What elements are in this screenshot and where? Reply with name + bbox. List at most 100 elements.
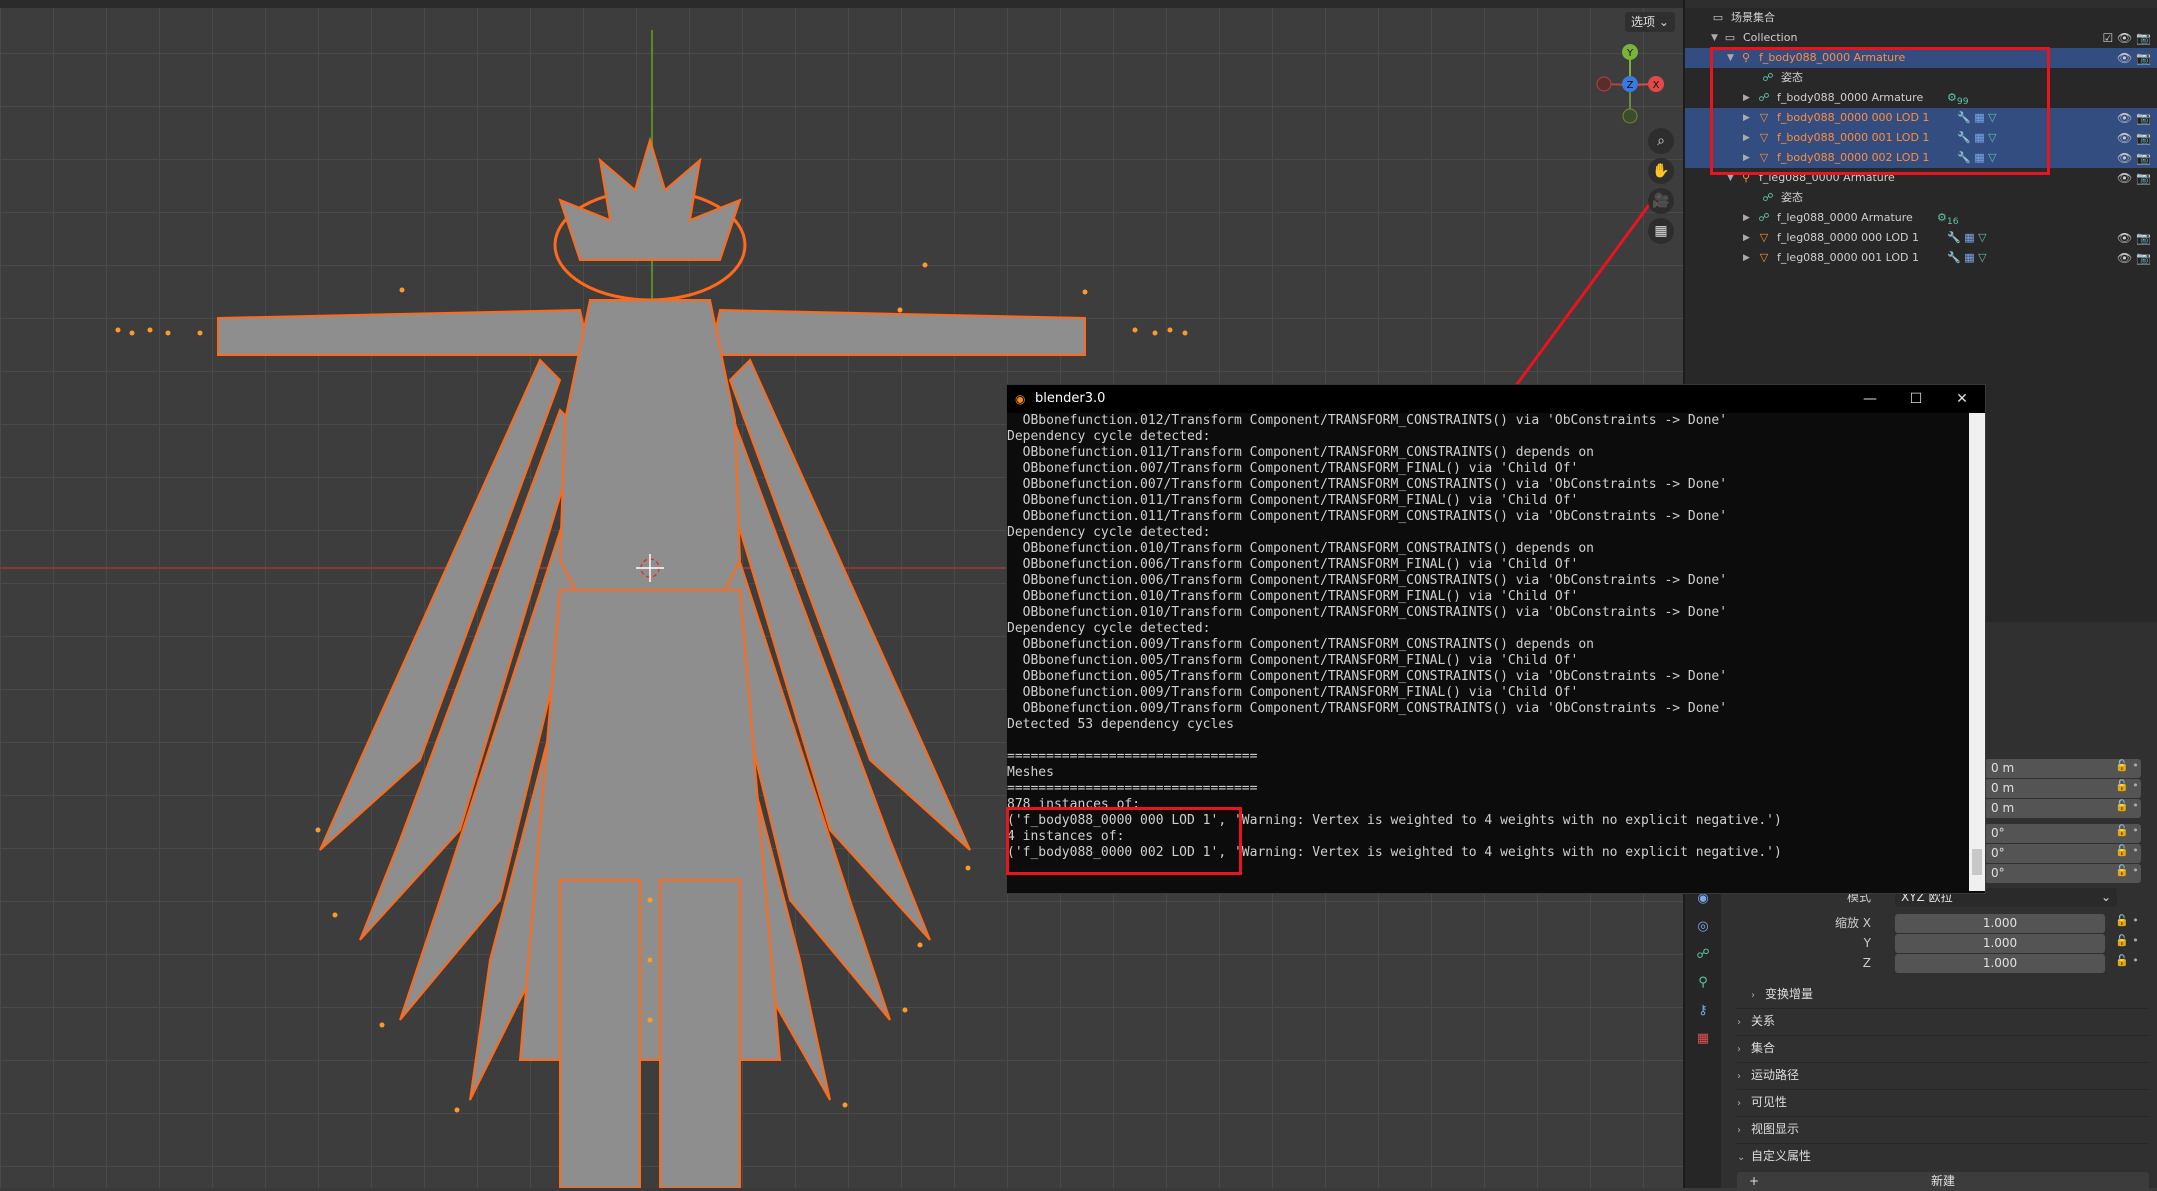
right-arm [708, 308, 1086, 356]
mesh-icon: ▽ [1759, 231, 1769, 244]
console-line: OBbonefunction.011/Transform Component/T… [1007, 509, 1728, 524]
console-line: OBbonefunction.012/Transform Component/T… [1007, 413, 1728, 428]
zoom-icon[interactable]: ⌕ [1648, 128, 1674, 154]
visibility-panel[interactable]: › 可见性 [1737, 1089, 2149, 1114]
console-line: OBbonefunction.007/Transform Component/T… [1007, 461, 1579, 476]
outliner-header [1685, 0, 2157, 8]
svg-text:Z: Z [1627, 80, 1634, 91]
console-line: OBbonefunction.006/Transform Component/T… [1007, 573, 1728, 588]
console-line: Meshes [1007, 765, 1054, 780]
camera-icon[interactable]: 🎥 [1648, 188, 1674, 214]
console-line: OBbonefunction.007/Transform Component/T… [1007, 477, 1728, 492]
keyframe-icons[interactable]: 🔓 • [2115, 844, 2139, 857]
options-dropdown[interactable]: 选项 ⌄ [1625, 12, 1675, 32]
armature-tab-icon[interactable]: ☍ [1694, 946, 1712, 964]
scene-collection-row[interactable]: ▭ 场景集合 [1685, 8, 2157, 28]
outliner-row[interactable]: ▶ ▽ f_leg088_0000 000 LOD 1 🔧 ▦ ▽ 👁 📷 [1685, 228, 2157, 248]
console-scrollbar[interactable] [1969, 413, 1985, 891]
console-line: OBbonefunction.005/Transform Component/T… [1007, 669, 1728, 684]
console-line: Dependency cycle detected: [1007, 621, 1211, 636]
viewport-display-panel[interactable]: › 视图显示 [1737, 1116, 2149, 1141]
console-line: OBbonefunction.010/Transform Component/T… [1007, 541, 1594, 556]
console-line: OBbonefunction.010/Transform Component/T… [1007, 589, 1579, 604]
scale-y-label: Y [1863, 936, 1871, 950]
visibility-icons[interactable]: 👁 📷 [2117, 228, 2151, 248]
scale-y-field[interactable]: 1.000 [1895, 934, 2105, 953]
custom-properties-panel[interactable]: ⌄ 自定义属性 [1737, 1143, 2149, 1168]
close-button[interactable]: ✕ [1939, 385, 1985, 413]
delta-transform-panel[interactable]: › 变换增量 [1751, 982, 2149, 1006]
bone-tab-icon[interactable]: ⚲ [1694, 974, 1712, 992]
keyframe-icons[interactable]: 🔓 • [2115, 799, 2139, 812]
texture-tab-icon[interactable]: ▦ [1694, 1030, 1712, 1048]
outliner-row[interactable]: ▼ ▭ Collection ☑ 👁 📷 [1685, 28, 2157, 48]
console-title: blender3.0 [1035, 391, 1106, 406]
expand-icon[interactable]: ▶ [1743, 208, 1753, 228]
visibility-icons[interactable]: 👁 📷 [2117, 48, 2151, 68]
modifier-icons[interactable]: 🔧 ▦ ▽ [1947, 248, 1987, 268]
expand-icon[interactable]: ▶ [1743, 228, 1753, 248]
console-line: OBbonefunction.010/Transform Component/T… [1007, 605, 1728, 620]
armature-data-icon: ☍ [1758, 211, 1770, 224]
blender-icon: ◉ [1015, 392, 1026, 406]
collections-panel[interactable]: › 集合 [1737, 1035, 2149, 1060]
modifier-icons[interactable]: 🔧 ▦ ▽ [1947, 228, 1987, 248]
maximize-button[interactable]: ☐ [1893, 385, 1939, 413]
console-line: ================================ [1007, 781, 1258, 796]
expand-icon[interactable]: ▼ [1711, 28, 1721, 48]
console-titlebar[interactable]: ◉ blender3.0 — ☐ ✕ [1007, 385, 1985, 413]
scrollbar-thumb[interactable] [1972, 849, 1982, 875]
constraints-tab-icon[interactable]: ◎ [1694, 918, 1712, 936]
expand-icon[interactable]: ▶ [1743, 248, 1753, 268]
scene-collection-icon: ▭ [1712, 11, 1724, 24]
console-line: OBbonefunction.005/Transform Component/T… [1007, 653, 1579, 668]
pose-icon: ☍ [1762, 191, 1774, 204]
hand-icon[interactable]: ✋ [1648, 158, 1674, 184]
console-line: OBbonefunction.009/Transform Component/T… [1007, 701, 1728, 716]
crown [558, 136, 742, 261]
scale-x-label: 缩放 X [1834, 916, 1871, 930]
viewport-tools: ⌕ ✋ 🎥 ▦ [1648, 128, 1674, 248]
keyframe-icons[interactable]: 🔓 • [2115, 824, 2139, 837]
scale-z-label: Z [1862, 956, 1871, 970]
visibility-icons[interactable]: 👁 📷 [2117, 168, 2151, 188]
keyframe-icons[interactable]: 🔓 • [2115, 934, 2139, 947]
outliner-title: 场景集合 [1731, 11, 1775, 24]
mesh-icon: ▽ [1759, 251, 1769, 264]
left-arm [217, 308, 592, 356]
grid-icon[interactable]: ▦ [1648, 218, 1674, 244]
keyframe-icons[interactable]: 🔓 • [2115, 914, 2139, 927]
svg-text:Y: Y [1626, 48, 1634, 59]
keyframe-icons[interactable]: 🔓 • [2115, 954, 2139, 967]
bone-constraint-tab-icon[interactable]: ⚷ [1694, 1002, 1712, 1020]
visibility-icons[interactable]: 👁 📷 [2117, 128, 2151, 148]
new-property-button[interactable]: + 新建 [1737, 1172, 2149, 1191]
relations-panel[interactable]: › 关系 [1737, 1008, 2149, 1033]
minimize-button[interactable]: — [1847, 385, 1893, 413]
motion-paths-panel[interactable]: › 运动路径 [1737, 1062, 2149, 1087]
console-line: OBbonefunction.009/Transform Component/T… [1007, 637, 1594, 652]
visibility-icons[interactable]: ☑ 👁 📷 [2102, 28, 2151, 48]
keyframe-icons[interactable]: 🔓 • [2115, 779, 2139, 792]
keyframe-icons[interactable]: 🔓 • [2115, 864, 2139, 877]
console-line: Dependency cycle detected: [1007, 429, 1211, 444]
visibility-icons[interactable]: 👁 📷 [2117, 108, 2151, 128]
console-line: OBbonefunction.009/Transform Component/T… [1007, 685, 1579, 700]
right-leg [659, 879, 741, 1188]
outliner-row[interactable]: ▶ ☍ f_leg088_0000 Armature ⚙16 [1685, 208, 2157, 228]
keyframe-icons[interactable]: 🔓 • [2115, 759, 2139, 772]
scale-x-field[interactable]: 1.000 [1895, 914, 2105, 933]
visibility-icons[interactable]: 👁 📷 [2117, 148, 2151, 168]
console-line: OBbonefunction.011/Transform Component/T… [1007, 445, 1594, 460]
console-line: Detected 53 dependency cycles [1007, 717, 1234, 732]
annotation-box-outliner [1710, 47, 2050, 175]
scale-z-field[interactable]: 1.000 [1895, 954, 2105, 973]
visibility-icons[interactable]: 👁 📷 [2117, 248, 2151, 268]
annotation-box-console [1006, 807, 1242, 875]
navigation-gizmo[interactable]: Y X Z [1590, 40, 1670, 130]
outliner-row[interactable]: ☍ 姿态 [1685, 188, 2157, 208]
left-leg [559, 879, 641, 1188]
outliner-row[interactable]: ▶ ▽ f_leg088_0000 001 LOD 1 🔧 ▦ ▽ 👁 📷 [1685, 248, 2157, 268]
console-line: ================================ [1007, 749, 1258, 764]
